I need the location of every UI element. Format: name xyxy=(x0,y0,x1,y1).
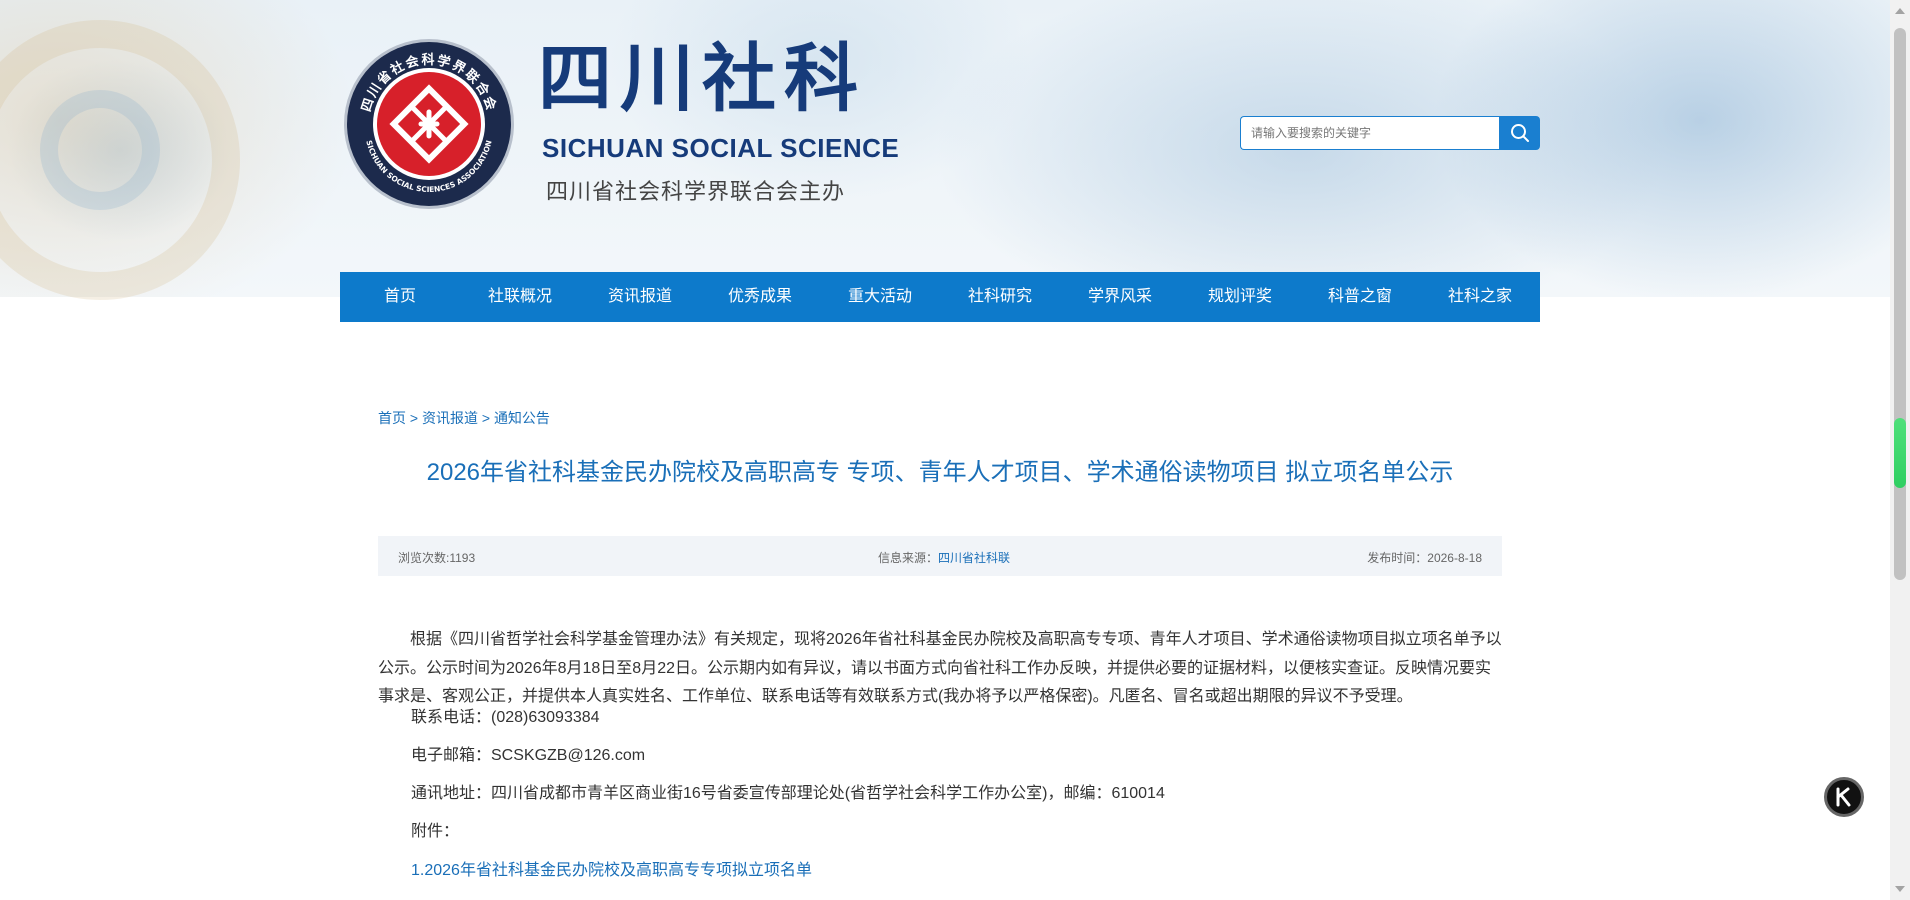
info-source-link[interactable]: 四川省社科联 xyxy=(938,551,1010,565)
search-bar xyxy=(1240,116,1540,150)
article-paragraph: 根据《四川省哲学社会科学基金管理办法》有关规定，现将2026年省社科基金民办院校… xyxy=(378,631,1502,705)
nav-item-planning[interactable]: 规划评奖 xyxy=(1180,272,1300,322)
breadcrumb-notices[interactable]: 通知公告 xyxy=(494,410,550,426)
info-source: 信息来源：四川省社科联 xyxy=(878,549,1010,566)
nav-item-research[interactable]: 社科研究 xyxy=(940,272,1060,322)
nav-item-scholars[interactable]: 学界风采 xyxy=(1060,272,1180,322)
k-logo-icon xyxy=(1836,787,1851,807)
search-input[interactable] xyxy=(1240,116,1499,150)
scroll-up-arrow-icon[interactable] xyxy=(1895,8,1905,14)
article-body: 根据《四川省哲学社会科学基金管理办法》有关规定，现将2026年省社科基金民办院校… xyxy=(378,626,1502,879)
floating-assistant-button[interactable] xyxy=(1824,777,1864,817)
main-nav: 首页 社联概况 资讯报道 优秀成果 重大活动 社科研究 学界风采 规划评奖 科普… xyxy=(340,272,1540,322)
header-background xyxy=(0,0,1890,300)
decorative-ring xyxy=(40,90,160,210)
side-float-tab[interactable] xyxy=(1894,418,1906,488)
scrollbar-thumb[interactable] xyxy=(1894,28,1906,580)
view-count: 浏览次数:1193 xyxy=(398,551,476,565)
nav-item-achievements[interactable]: 优秀成果 xyxy=(700,272,820,322)
site-logo-subtitle: 四川省社会科学界联合会主办 xyxy=(546,179,846,204)
breadcrumb: 首页 > 资讯报道 > 通知公告 xyxy=(378,408,550,428)
scroll-down-arrow-icon[interactable] xyxy=(1895,886,1905,892)
breadcrumb-news[interactable]: 资讯报道 xyxy=(422,410,478,426)
association-seal-logo[interactable]: 四川省社会科学界联合会 SICHUAN SOCIAL SCIENCES ASSO… xyxy=(343,38,515,210)
nav-item-popular-science[interactable]: 科普之窗 xyxy=(1300,272,1420,322)
info-source-label: 信息来源： xyxy=(878,551,939,565)
nav-item-home-of-social-science[interactable]: 社科之家 xyxy=(1420,272,1540,322)
search-button[interactable] xyxy=(1499,116,1540,150)
breadcrumb-home[interactable]: 首页 xyxy=(378,410,406,426)
breadcrumb-separator: > xyxy=(481,410,491,426)
search-icon xyxy=(1510,124,1529,142)
contact-phone: 联系电话：(028)63093384 xyxy=(411,709,600,726)
breadcrumb-separator: > xyxy=(409,410,419,426)
nav-item-news[interactable]: 资讯报道 xyxy=(580,272,700,322)
contact-email: 电子邮箱：SCSKGZB@126.com xyxy=(411,747,646,764)
article-meta-bar: 浏览次数:1193 信息来源：四川省社科联 发布时间：2026-8-18 xyxy=(378,536,1502,576)
publish-date: 发布时间：2026-8-18 xyxy=(1367,551,1482,565)
contact-address: 通讯地址：四川省成都市青羊区商业街16号省委宣传部理论处(省哲学社会科学工作办公… xyxy=(411,785,1165,802)
nav-item-about[interactable]: 社联概况 xyxy=(460,272,580,322)
article-title: 2026年省社科基金民办院校及高职高专 专项、青年人才项目、学术通俗读物项目 拟… xyxy=(426,459,1454,486)
site-logo-english: SICHUAN SOCIAL SCIENCE xyxy=(542,133,900,163)
nav-item-home[interactable]: 首页 xyxy=(340,272,460,322)
attachment-link[interactable]: 1.2026年省社科基金民办院校及高职高专专项拟立项名单 xyxy=(411,857,812,886)
attachment-label: 附件： xyxy=(411,823,460,840)
nav-item-events[interactable]: 重大活动 xyxy=(820,272,940,322)
site-logo-title: 四川社科 xyxy=(538,36,866,122)
